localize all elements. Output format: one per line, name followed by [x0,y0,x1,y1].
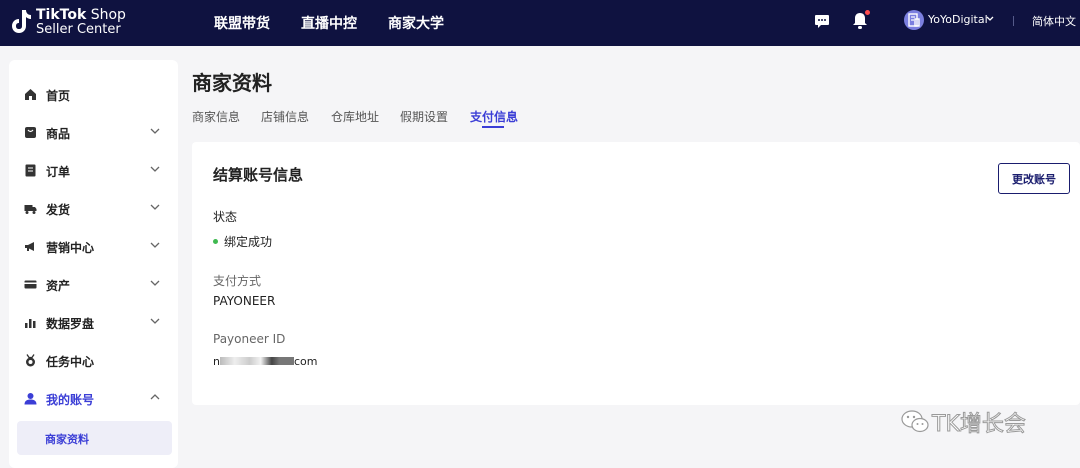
top-nav-live-control[interactable]: 直播中控 [301,13,357,33]
sidebar-item-orders[interactable]: 订单 [9,159,178,183]
sidebar-item-label: 资产 [46,279,71,293]
payment-method-label: 支付方式 [213,274,262,288]
sidebar-item-products[interactable]: 商品 [9,121,178,145]
payoneer-id-value: n com [213,354,318,368]
avatar[interactable] [904,10,924,30]
tab-payment-info[interactable]: 支付信息 [470,108,518,125]
payment-method-value: PAYONEER [213,294,276,308]
tab-merchant-info[interactable]: 商家信息 [192,108,240,125]
sidebar-item-data-compass[interactable]: 数据罗盘 [9,311,178,335]
active-tab-indicator [482,126,504,128]
chevron-down-icon[interactable] [986,16,994,22]
status-indicator [213,239,218,244]
megaphone-icon [25,242,34,251]
username[interactable]: YoYoDigital [928,13,988,26]
sidebar-item-label: 数据罗盘 [46,317,95,331]
notification-badge [865,10,870,15]
payoneer-id-label: Payoneer ID [213,332,286,346]
sidebar-item-label: 商品 [46,127,71,141]
chevron-down-icon [150,204,160,210]
settlement-account-card: 结算账号信息 更改账号 状态 绑定成功 支付方式 PAYONEER Payone… [192,142,1080,405]
card-title: 结算账号信息 [213,166,304,184]
chevron-down-icon [150,166,160,172]
chat-icon[interactable] [814,13,830,29]
language-selector[interactable]: 简体中文 [1032,13,1076,29]
sidebar-item-assets[interactable]: 资产 [9,273,178,297]
order-icon [25,164,36,177]
tab-holiday-settings[interactable]: 假期设置 [400,108,448,125]
product-icon [25,127,36,138]
sidebar-item-label: 任务中心 [46,355,95,369]
wechat-icon [901,410,929,433]
status-label: 状态 [213,210,238,224]
chevron-down-icon [150,128,160,134]
sidebar-item-label: 首页 [46,89,71,103]
top-nav-affiliate[interactable]: 联盟带货 [214,13,270,33]
sidebar-item-label: 营销中心 [46,241,95,255]
sidebar-item-task-center[interactable]: 任务中心 [9,349,178,373]
sidebar-item-shipping[interactable]: 发货 [9,197,178,221]
sidebar-subitem-label: 商家资料 [45,433,89,446]
truck-icon [24,205,37,214]
top-nav-menu: 联盟带货 直播中控 商家大学 [214,0,475,46]
medal-icon [26,354,35,367]
watermark-text: TK增长会 [932,412,1027,438]
sidebar-item-my-account[interactable]: 我的账号 [9,387,178,411]
top-nav-bar: TikTok Shop Seller Center 联盟带货 直播中控 商家大学… [0,0,1080,46]
top-nav-seller-university[interactable]: 商家大学 [388,13,444,33]
tab-store-info[interactable]: 店铺信息 [261,108,309,125]
user-icon [24,393,37,405]
sidebar-subitem-merchant-profile[interactable]: 商家资料 [17,421,172,455]
sidebar-item-home[interactable]: 首页 [9,83,178,107]
page-title: 商家资料 [192,71,272,95]
shop-icon [908,13,920,27]
card-icon [24,280,37,289]
home-icon [25,89,36,100]
redacted-text [219,357,294,365]
tab-warehouse-address[interactable]: 仓库地址 [331,108,379,125]
chevron-up-icon [150,394,160,400]
chevron-down-icon [150,280,160,286]
tiktok-logo-icon [12,10,31,33]
status-badge: 绑定成功 [224,235,273,249]
sidebar-item-label: 我的账号 [46,393,95,407]
logo-title: TikTok Shop [36,7,126,23]
watermark: TK增长会 [898,402,1048,438]
tiktok-shop-logo[interactable]: TikTok Shop Seller Center [10,7,130,39]
topbar-divider [1013,16,1014,26]
logo-subtitle: Seller Center [36,22,121,37]
sidebar: 首页 商品 订单 发货 营销中心 资产 数据罗盘 任务中心 我的账号 商家资料 [9,60,178,468]
sidebar-item-label: 订单 [46,165,71,179]
sidebar-item-marketing[interactable]: 营销中心 [9,235,178,259]
chart-icon [25,319,36,328]
sidebar-item-label: 发货 [46,203,71,217]
chevron-down-icon [150,318,160,324]
change-account-button[interactable]: 更改账号 [998,163,1070,194]
chevron-down-icon [150,242,160,248]
